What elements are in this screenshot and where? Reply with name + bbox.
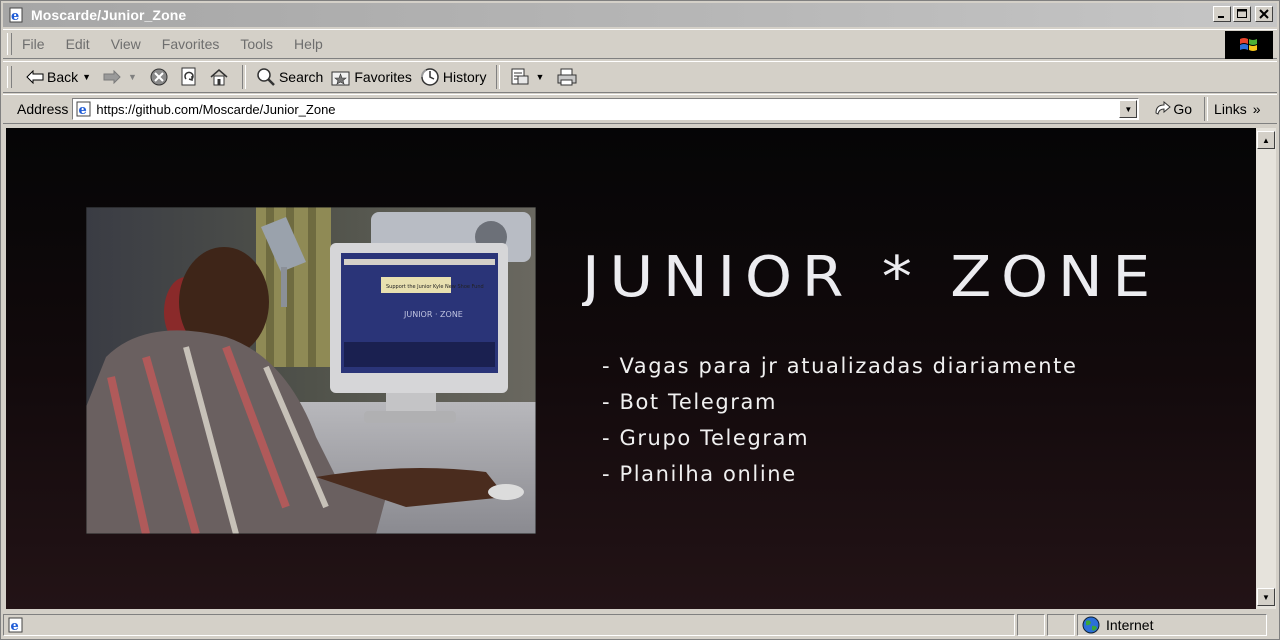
links-button[interactable]: Links » xyxy=(1214,101,1260,117)
favorites-icon xyxy=(331,71,350,86)
vertical-scrollbar[interactable]: ▲ ▼ xyxy=(1256,128,1276,609)
refresh-button[interactable] xyxy=(176,64,205,90)
title-bar: e Moscarde/Junior_Zone xyxy=(3,3,1277,27)
close-button[interactable] xyxy=(1255,6,1273,22)
menu-help[interactable]: Help xyxy=(294,36,323,52)
windows-logo-icon xyxy=(1225,31,1273,59)
hero-photo: Support the Junior Kyle New Shoe Fund JU… xyxy=(86,207,536,534)
page-viewport: Support the Junior Kyle New Shoe Fund JU… xyxy=(6,128,1256,609)
go-arrow-icon xyxy=(1155,101,1172,115)
refresh-icon xyxy=(181,67,196,86)
history-button[interactable]: History xyxy=(416,64,491,90)
search-button[interactable]: Search xyxy=(252,64,327,90)
history-label: History xyxy=(442,69,487,85)
back-button[interactable]: Back ▼ xyxy=(22,64,99,90)
status-bar: e Internet xyxy=(3,612,1277,638)
menu-file[interactable]: File xyxy=(22,36,45,52)
forward-dropdown-icon[interactable]: ▼ xyxy=(128,72,137,82)
address-bar: Address e https://github.com/Moscarde/Ju… xyxy=(3,94,1277,124)
status-panel-3 xyxy=(1047,614,1075,636)
go-button[interactable]: Go xyxy=(1153,101,1192,117)
favorites-label: Favorites xyxy=(354,69,412,85)
feature-item-planilha: - Planilha online xyxy=(602,462,797,486)
svg-text:e: e xyxy=(11,619,19,633)
print-button[interactable] xyxy=(552,64,585,90)
back-dropdown-icon[interactable]: ▼ xyxy=(82,72,91,82)
window-controls xyxy=(1213,6,1273,22)
standard-toolbar: Back ▼ ▼ Search Favorites History ▼ xyxy=(3,61,1277,93)
stop-button[interactable] xyxy=(145,64,176,90)
status-panel-2 xyxy=(1017,614,1045,636)
status-zone-panel: Internet xyxy=(1077,614,1267,636)
history-icon xyxy=(420,68,439,86)
zone-label: Internet xyxy=(1106,617,1154,633)
address-url: https://github.com/Moscarde/Junior_Zone xyxy=(96,101,336,117)
feature-item-grupo-telegram: - Grupo Telegram xyxy=(602,426,810,450)
page-icon: e xyxy=(76,101,91,117)
screen-inset-text: Support the Junior Kyle New Shoe Fund xyxy=(386,284,484,290)
svg-text:e: e xyxy=(11,9,19,23)
home-button[interactable] xyxy=(205,64,236,90)
mail-icon xyxy=(511,68,529,85)
menu-favorites[interactable]: Favorites xyxy=(162,36,220,52)
feature-item-vagas: - Vagas para jr atualizadas diariamente xyxy=(602,354,1078,378)
back-arrow-icon xyxy=(26,70,44,84)
menu-bar: File Edit View Favorites Tools Help xyxy=(3,29,1277,59)
links-label: Links xyxy=(1214,101,1247,117)
status-main-panel: e xyxy=(3,614,1015,636)
minimize-button[interactable] xyxy=(1213,6,1231,22)
screen-inset-logo: JUNIOR · ZONE xyxy=(403,310,463,319)
scroll-down-button[interactable]: ▼ xyxy=(1257,588,1275,606)
search-label: Search xyxy=(278,69,324,85)
menu-tools[interactable]: Tools xyxy=(240,36,273,52)
stop-icon xyxy=(150,68,168,86)
window-title: Moscarde/Junior_Zone xyxy=(31,7,187,23)
address-separator xyxy=(1204,97,1209,121)
address-input[interactable]: e https://github.com/Moscarde/Junior_Zon… xyxy=(72,98,1140,120)
svg-text:e: e xyxy=(79,103,87,117)
address-dropdown-button[interactable]: ▼ xyxy=(1119,100,1138,118)
menu-edit[interactable]: Edit xyxy=(66,36,90,52)
mail-dropdown-icon[interactable]: ▼ xyxy=(535,72,544,82)
junior-zone-logo: JUNIOR * ZONE xyxy=(582,246,1160,306)
toolbar-grip xyxy=(7,66,12,88)
back-label: Back xyxy=(47,69,79,85)
search-icon xyxy=(257,68,275,86)
go-label: Go xyxy=(1173,101,1193,117)
forward-arrow-icon xyxy=(103,70,121,84)
feature-item-bot-telegram: - Bot Telegram xyxy=(602,390,778,414)
menu-grip xyxy=(7,33,12,55)
menu-view[interactable]: View xyxy=(111,36,141,52)
page-done-icon: e xyxy=(8,617,23,633)
toolbar-separator xyxy=(496,65,501,89)
maximize-button[interactable] xyxy=(1233,6,1251,22)
logo-text: JUNIOR * ZONE xyxy=(582,246,1160,306)
chevron-right-icon: » xyxy=(1252,101,1261,117)
address-label: Address xyxy=(17,101,69,117)
feature-list: - Vagas para jr atualizadas diariamente … xyxy=(602,348,1077,492)
favorites-button[interactable]: Favorites xyxy=(327,64,416,90)
home-icon xyxy=(210,69,228,86)
forward-button[interactable]: ▼ xyxy=(99,64,145,90)
browser-window: e Moscarde/Junior_Zone File Edit View Fa… xyxy=(0,0,1280,640)
print-icon xyxy=(557,68,577,86)
toolbar-separator xyxy=(241,65,246,89)
globe-icon xyxy=(1082,616,1100,634)
mail-button[interactable]: ▼ xyxy=(506,64,552,90)
ie-page-icon: e xyxy=(9,7,25,24)
scroll-up-button[interactable]: ▲ xyxy=(1257,131,1275,149)
